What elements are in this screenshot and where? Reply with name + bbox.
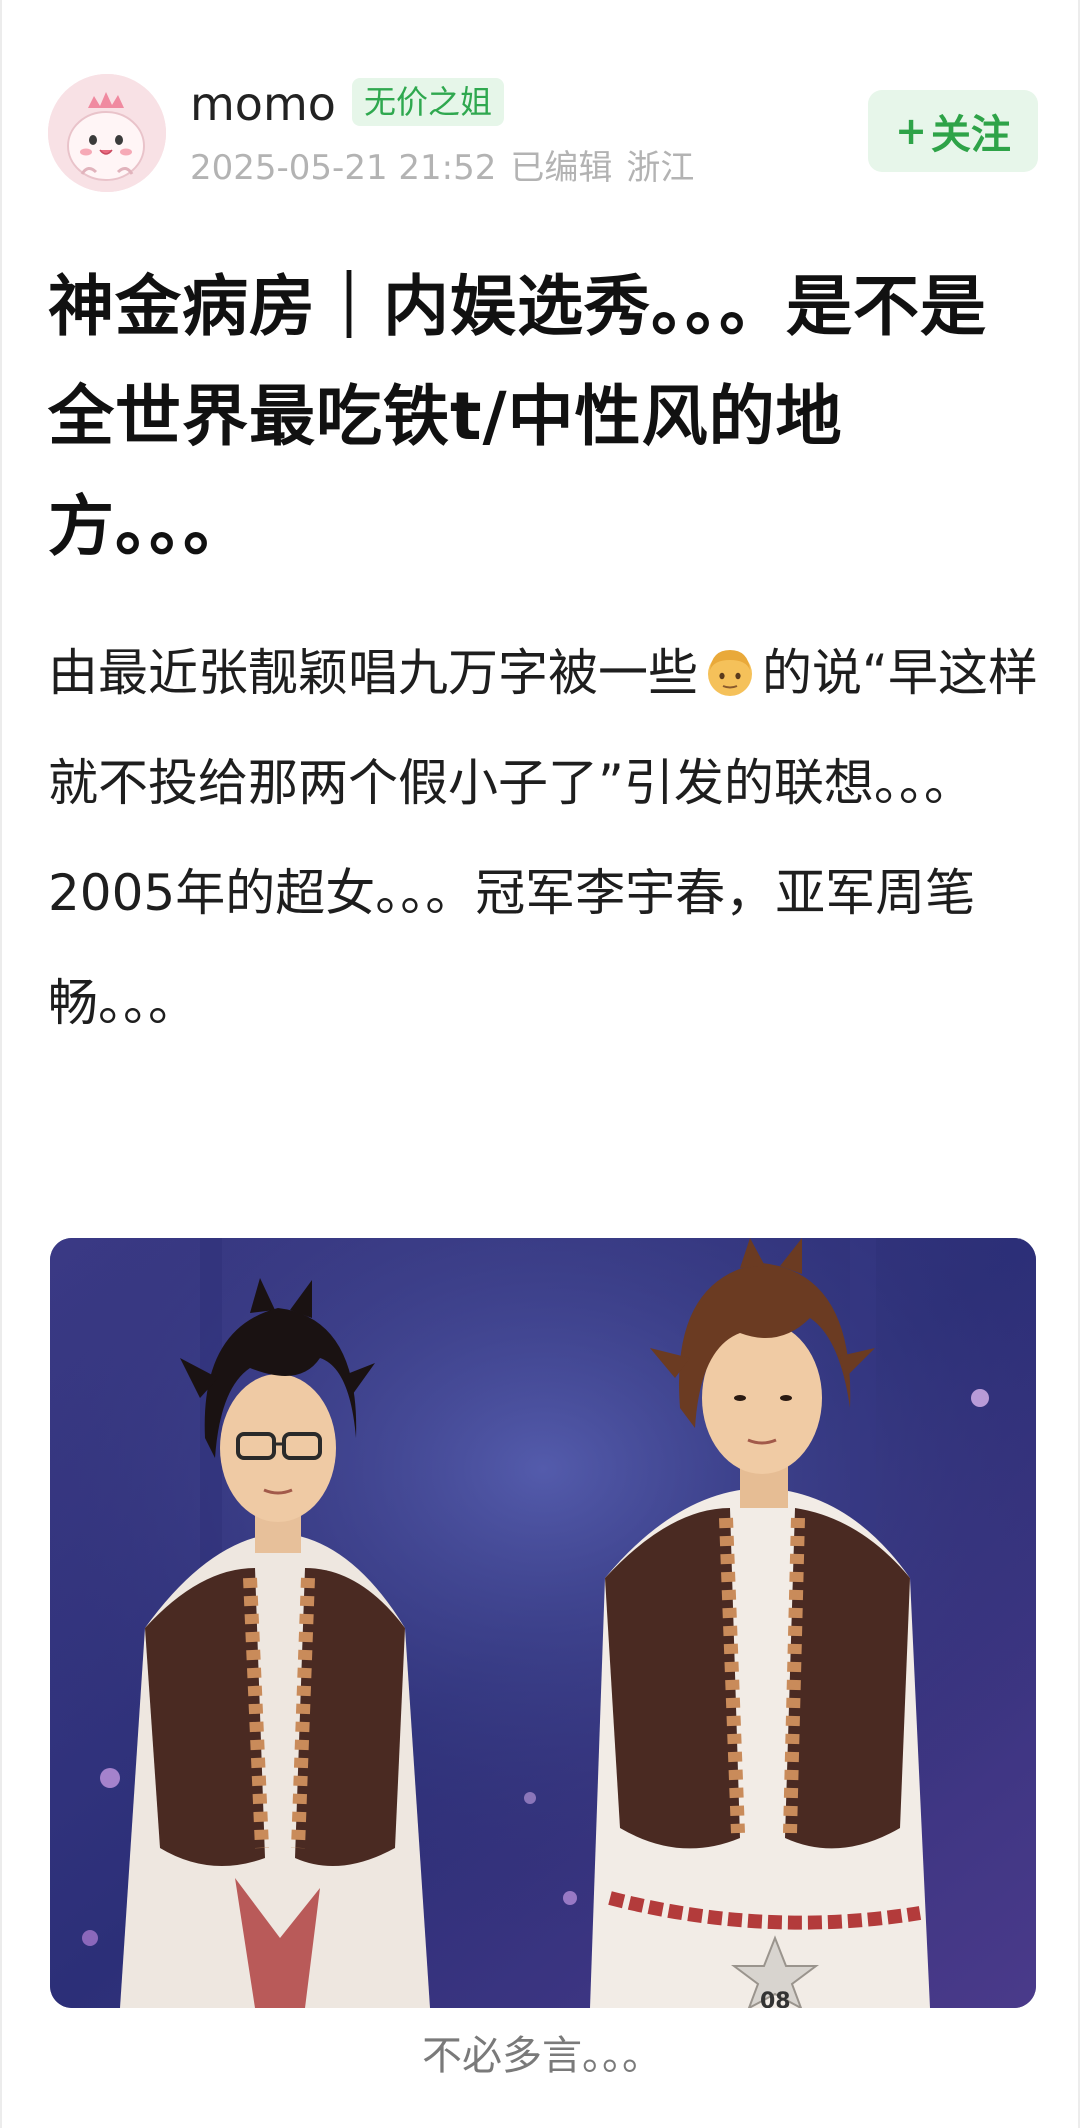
- post-meta: 2025-05-21 21:52 已编辑 浙江: [190, 146, 708, 190]
- contestants-photo: 08: [50, 1238, 1036, 2008]
- plus-icon: +: [895, 109, 927, 153]
- avatar-mascot-icon: [48, 74, 166, 192]
- image-caption: 不必多言。。。: [422, 2033, 662, 2079]
- avatar[interactable]: [48, 74, 166, 192]
- follow-button[interactable]: + 关注: [868, 90, 1038, 172]
- body-paragraph-2: 2005年的超女。。。冠军李宇春，亚军周笔畅。。。: [48, 864, 976, 1032]
- man-face-emoji-icon: [708, 650, 752, 696]
- user-badge: 无价之姐: [352, 78, 505, 126]
- post-date: 2025-05-21 21:52: [190, 148, 497, 188]
- body-paragraph-1: 由最近张靓颖唱九万字被一些 的说“早这样就不投给那两个假小子了”引发的联想。。。: [48, 618, 1038, 838]
- post-body: 由最近张靓颖唱九万字被一些 的说“早这样就不投给那两个假小子了”引发的联想。。。…: [48, 618, 1038, 1058]
- edited-label: 已编辑: [510, 148, 613, 188]
- post-title: 神金病房｜内娱选秀。。。是不是全世界最吃铁t/中性风的地方。。。: [48, 268, 987, 565]
- username[interactable]: momo: [190, 76, 336, 132]
- post-location: 浙江: [626, 148, 695, 188]
- post-image[interactable]: 08: [50, 1238, 1036, 2008]
- post-header: momo 无价之姐 2025-05-21 21:52 已编辑 浙江 + 关注: [48, 72, 1038, 192]
- post-page: momo 无价之姐 2025-05-21 21:52 已编辑 浙江 + 关注 神金病…: [0, 0, 1080, 2128]
- body-text-1a: 由最近张靓颖唱九万字被一些: [48, 644, 698, 702]
- contestant-number: 08: [760, 1989, 791, 2008]
- follow-label: 关注: [930, 112, 1011, 158]
